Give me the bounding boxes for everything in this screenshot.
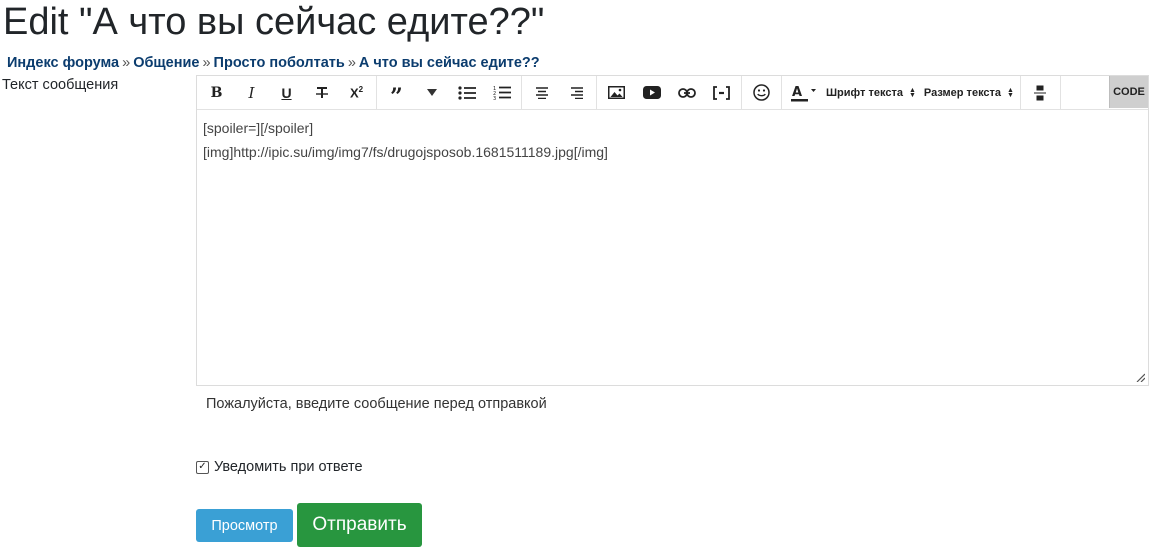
toolbar-group-quote: ” 123 bbox=[377, 76, 522, 109]
breadcrumb-forum-index[interactable]: Индекс форума bbox=[7, 55, 119, 71]
preview-button[interactable]: Просмотр bbox=[196, 509, 293, 542]
breadcrumb-separator: » bbox=[202, 55, 211, 71]
font-family-select-label: Шрифт текста bbox=[826, 86, 903, 99]
font-family-select[interactable]: Шрифт текста ▲ ▼ bbox=[822, 77, 920, 109]
toolbar-group-format: B I U X2 bbox=[197, 76, 377, 109]
edit-post-page: Edit "А что вы сейчас едите??" Индекс фо… bbox=[0, 0, 1162, 558]
font-size-select[interactable]: Размер текста ▲ ▼ bbox=[920, 77, 1018, 109]
breadcrumb-topic[interactable]: А что вы сейчас едите?? bbox=[359, 55, 540, 71]
underline-icon[interactable]: U bbox=[269, 77, 304, 109]
notify-on-reply[interactable]: ✓ Уведомить при ответе bbox=[196, 459, 363, 475]
message-textarea[interactable] bbox=[197, 110, 1148, 385]
page-title: Edit "А что вы сейчас едите??" bbox=[3, 1, 545, 43]
svg-text:A: A bbox=[792, 85, 802, 100]
editor-toolbar: B I U X2 ” 123 A Шрифт текста ▲ ▼ Размер… bbox=[197, 76, 1148, 110]
strikethrough-icon[interactable] bbox=[304, 77, 339, 109]
submit-button[interactable]: Отправить bbox=[297, 503, 422, 547]
select-arrows-icon: ▲ ▼ bbox=[908, 86, 916, 99]
align-center-icon[interactable] bbox=[524, 77, 559, 109]
notify-label: Уведомить при ответе bbox=[214, 459, 363, 475]
message-label: Текст сообщения bbox=[2, 77, 119, 93]
toolbar-group-font: A Шрифт текста ▲ ▼ Размер текста ▲ ▼ bbox=[782, 76, 1021, 109]
toolbar-group-smiley bbox=[742, 76, 782, 109]
quote-icon[interactable]: ” bbox=[379, 77, 414, 109]
select-arrows-icon: ▲ ▼ bbox=[1007, 86, 1014, 99]
toolbar-group-align bbox=[522, 76, 597, 109]
breadcrumb-just-chat[interactable]: Просто поболтать bbox=[214, 55, 345, 71]
bbcode-editor: B I U X2 ” 123 A Шрифт текста ▲ ▼ Размер… bbox=[196, 75, 1149, 386]
superscript-icon[interactable]: X2 bbox=[339, 77, 374, 109]
bold-icon[interactable]: B bbox=[199, 77, 234, 109]
image-icon[interactable] bbox=[599, 77, 634, 109]
bullet-list-icon[interactable] bbox=[449, 77, 484, 109]
horizontal-rule-icon[interactable] bbox=[1023, 77, 1058, 109]
align-right-icon[interactable] bbox=[559, 77, 594, 109]
code-view-button[interactable]: CODE bbox=[1109, 76, 1148, 108]
breadcrumb-general[interactable]: Общение bbox=[133, 55, 199, 71]
dropdown-icon[interactable] bbox=[414, 77, 449, 109]
text-color-icon[interactable]: A bbox=[784, 77, 822, 109]
breadcrumb-separator: » bbox=[347, 55, 356, 71]
youtube-icon[interactable] bbox=[634, 77, 669, 109]
breadcrumb-separator: » bbox=[122, 55, 131, 71]
italic-icon[interactable]: I bbox=[234, 77, 269, 109]
breadcrumb: Индекс форума» Общение» Просто поболтать» А… bbox=[7, 54, 540, 72]
notify-checkbox[interactable]: ✓ bbox=[196, 460, 209, 474]
resize-grip-icon[interactable] bbox=[1135, 372, 1145, 382]
smiley-icon[interactable] bbox=[744, 77, 779, 109]
spoiler-icon[interactable] bbox=[704, 77, 739, 109]
link-icon[interactable] bbox=[669, 77, 704, 109]
validation-hint: Пожалуйста, введите сообщение перед отпр… bbox=[206, 396, 547, 412]
numbered-list-icon[interactable]: 123 bbox=[484, 77, 519, 109]
toolbar-group-media bbox=[597, 76, 742, 109]
svg-text:3: 3 bbox=[493, 96, 496, 100]
font-size-select-label: Размер текста bbox=[923, 86, 1002, 99]
toolbar-group-misc bbox=[1021, 76, 1061, 109]
